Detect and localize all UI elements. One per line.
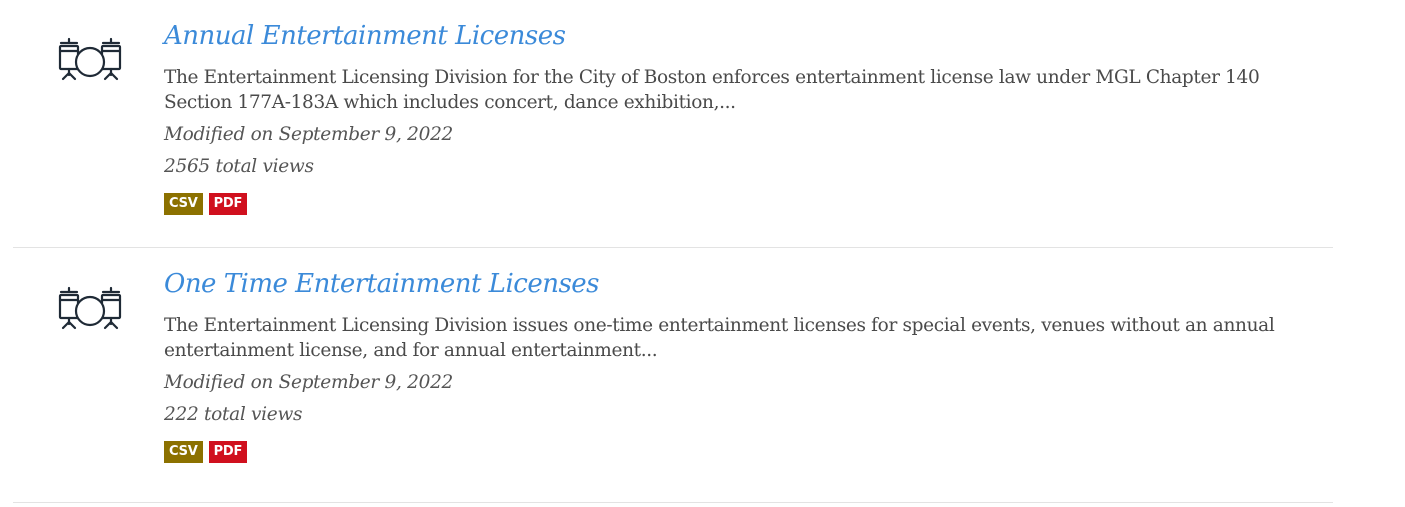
pdf-format-badge[interactable]: PDF: [208, 193, 248, 215]
dataset-item: Annual Entertainment Licenses The Entert…: [13, 0, 1333, 248]
csv-format-badge[interactable]: CSV: [164, 441, 203, 463]
dataset-title-link[interactable]: One Time Entertainment Licenses: [164, 267, 600, 301]
dataset-modified-date: Modified on September 9, 2022: [164, 124, 454, 145]
dataset-title-link[interactable]: Annual Entertainment Licenses: [164, 19, 566, 53]
pdf-format-badge[interactable]: PDF: [208, 441, 248, 463]
dataset-description: The Entertainment Licensing Division for…: [164, 67, 1260, 113]
dataset-modified-date: Modified on September 9, 2022: [164, 372, 454, 393]
csv-format-badge[interactable]: CSV: [164, 193, 203, 215]
dataset-item: One Time Entertainment Licenses The Ente…: [13, 248, 1333, 503]
dataset-content: One Time Entertainment Licenses The Ente…: [164, 267, 1333, 463]
drum-kit-icon: [57, 37, 123, 81]
format-badges: CSV PDF: [164, 441, 1333, 463]
dataset-view-count: 2565 total views: [164, 156, 314, 177]
drum-kit-icon: [57, 286, 123, 330]
dataset-list: Annual Entertainment Licenses The Entert…: [13, 0, 1333, 503]
format-badges: CSV PDF: [164, 193, 1333, 215]
dataset-content: Annual Entertainment Licenses The Entert…: [164, 19, 1333, 215]
dataset-view-count: 222 total views: [164, 404, 303, 425]
dataset-description: The Entertainment Licensing Division iss…: [164, 315, 1275, 361]
